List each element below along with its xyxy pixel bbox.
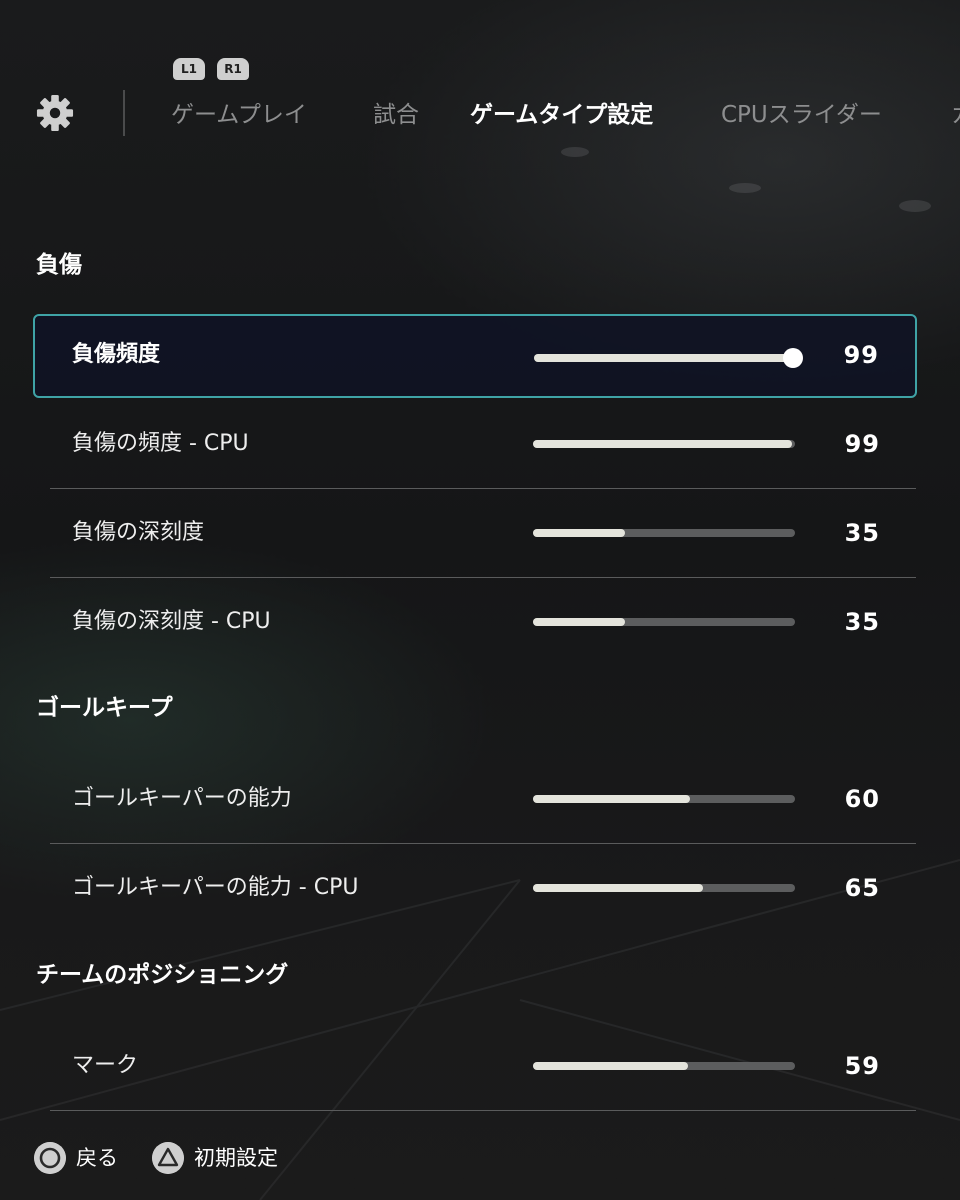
slider-row-injury-frequency-cpu[interactable]: 負傷の頻度 - CPU 99 bbox=[50, 401, 916, 489]
slider-track[interactable] bbox=[533, 529, 795, 537]
slider-fill bbox=[533, 884, 704, 892]
slider-value: 99 bbox=[843, 341, 879, 369]
slider-track[interactable] bbox=[533, 884, 795, 892]
section-title-team-positioning: チームのポジショニング bbox=[36, 962, 289, 988]
slider-row-injury-severity[interactable]: 負傷の深刻度 35 bbox=[50, 490, 916, 578]
reset-defaults-label: 初期設定 bbox=[194, 1146, 278, 1170]
slider-value: 59 bbox=[844, 1052, 880, 1080]
slider-label: ゴールキーパーの能力 bbox=[72, 786, 292, 811]
slider-row-goalkeeper-ability-cpu[interactable]: ゴールキーパーの能力 - CPU 65 bbox=[50, 845, 916, 933]
slider-value: 35 bbox=[844, 519, 880, 547]
row-divider bbox=[50, 577, 916, 578]
slider-fill bbox=[533, 1062, 688, 1070]
slider-label: 負傷の深刻度 bbox=[72, 520, 205, 545]
slider-fill bbox=[533, 795, 691, 803]
back-label: 戻る bbox=[76, 1146, 118, 1170]
row-divider bbox=[50, 1110, 916, 1111]
row-divider bbox=[50, 488, 916, 489]
slider-fill bbox=[533, 440, 793, 448]
slider-value: 65 bbox=[844, 874, 880, 902]
slider-label: ゴールキーパーの能力 - CPU bbox=[72, 875, 359, 900]
tab-game-type-settings[interactable]: ゲームタイプ設定 bbox=[470, 98, 653, 132]
tab-cpu-sliders[interactable]: CPUスライダー bbox=[721, 98, 882, 132]
section-title-injuries: 負傷 bbox=[36, 252, 82, 278]
slider-track[interactable] bbox=[533, 440, 795, 448]
slider-fill bbox=[533, 618, 625, 626]
slider-fill bbox=[533, 529, 625, 537]
slider-label: 負傷頻度 bbox=[72, 342, 161, 367]
slider-row-injury-frequency[interactable]: 負傷頻度 99 bbox=[33, 314, 917, 398]
slider-label: 負傷の頻度 - CPU bbox=[72, 431, 249, 456]
slider-fill bbox=[534, 354, 794, 362]
slider-value: 35 bbox=[844, 608, 880, 636]
slider-row-injury-severity-cpu[interactable]: 負傷の深刻度 - CPU 35 bbox=[50, 579, 916, 667]
slider-track[interactable] bbox=[533, 795, 795, 803]
header-divider bbox=[123, 90, 125, 136]
l1-bumper-icon[interactable]: L1 bbox=[173, 58, 205, 80]
slider-value: 60 bbox=[844, 785, 880, 813]
section-title-goalkeeping: ゴールキープ bbox=[36, 695, 173, 721]
circle-button-icon bbox=[34, 1142, 66, 1174]
r1-bumper-icon[interactable]: R1 bbox=[217, 58, 249, 80]
slider-label: 負傷の深刻度 - CPU bbox=[72, 609, 271, 634]
slider-row-marking[interactable]: マーク 59 bbox=[50, 1023, 916, 1111]
tab-match[interactable]: 試合 bbox=[373, 98, 419, 132]
slider-value: 99 bbox=[844, 430, 880, 458]
slider-track[interactable] bbox=[534, 348, 804, 368]
row-divider bbox=[50, 843, 916, 844]
slider-knob[interactable] bbox=[783, 348, 804, 368]
triangle-button-icon bbox=[152, 1142, 184, 1174]
slider-row-goalkeeper-ability[interactable]: ゴールキーパーの能力 60 bbox=[50, 756, 916, 844]
tab-next-partial[interactable]: カ bbox=[951, 98, 960, 132]
slider-track[interactable] bbox=[533, 1062, 795, 1070]
settings-gear-icon bbox=[36, 94, 74, 132]
slider-label: マーク bbox=[72, 1053, 139, 1078]
slider-track[interactable] bbox=[533, 618, 795, 626]
tab-gameplay[interactable]: ゲームプレイ bbox=[171, 98, 307, 132]
